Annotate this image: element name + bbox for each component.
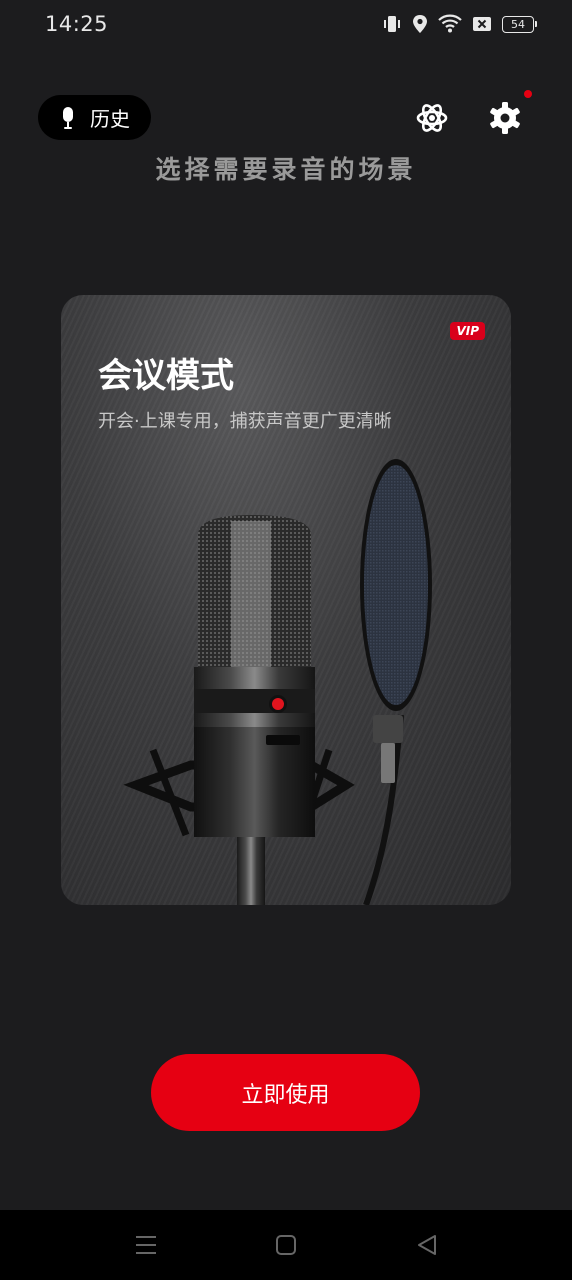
mode-card[interactable]: VIP 会议模式 开会·上课专用，捕获声音更广更清晰 [61, 295, 511, 905]
mic-icon [60, 106, 76, 130]
vibrate-icon [382, 14, 402, 34]
status-icons: 54 [382, 14, 537, 34]
status-time: 14:25 [45, 12, 109, 36]
battery-icon: 54 [502, 15, 537, 33]
history-label: 历史 [90, 107, 130, 131]
sim-x-icon [472, 15, 492, 33]
wifi-icon [438, 14, 462, 34]
gear-icon[interactable] [487, 100, 523, 136]
home-icon[interactable] [273, 1232, 299, 1258]
location-icon [412, 14, 428, 34]
menu-icon[interactable] [133, 1232, 159, 1258]
history-button[interactable]: 历史 [38, 95, 151, 140]
mode-description: 开会·上课专用，捕获声音更广更清晰 [98, 411, 392, 432]
use-now-button[interactable]: 立即使用 [151, 1054, 420, 1131]
notification-dot [524, 90, 532, 98]
app-screen: 14:25 54 历史 选择需要录音的场景 VIP 会议模式 开会·上课专用，捕… [0, 0, 572, 1280]
mode-title: 会议模式 [98, 356, 234, 396]
vip-badge: VIP [450, 322, 485, 340]
status-bar: 14:25 54 [0, 0, 572, 52]
atom-icon[interactable] [414, 100, 450, 136]
back-icon[interactable] [414, 1232, 440, 1258]
page-title: 选择需要录音的场景 [155, 155, 417, 184]
navigation-bar [0, 1210, 572, 1280]
